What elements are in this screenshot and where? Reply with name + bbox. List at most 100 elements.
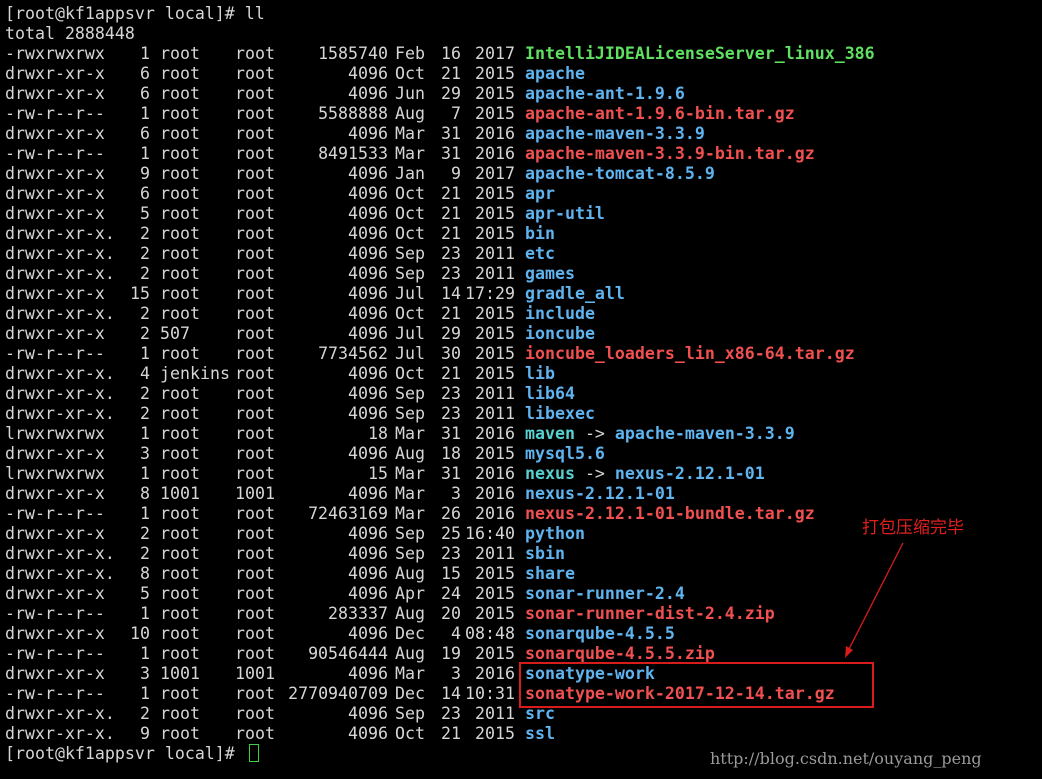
day: 31 [441,464,461,483]
listing-row: drwxr-xr-x. 2 root root 4096 Sep 23 2011 etc [5,244,1035,264]
file-size: 90546444 [308,644,388,663]
prompt-text: [root@kf1appsvr local]# [5,744,245,763]
month: Mar [395,664,425,683]
file-size: 4096 [348,484,388,503]
month: Aug [395,104,425,123]
month: Apr [395,584,425,603]
permissions: drwxr-xr-x [5,64,105,83]
listing-row: lrwxrwxrwx 1 root root 18 Mar 31 2016 maven -> a… [5,424,1035,444]
listing-row: drwxr-xr-x. 8 root root 4096 Aug 15 2015 share [5,564,1035,584]
permissions: drwxr-xr-x [5,124,105,143]
link-count: 2 [140,324,150,343]
permissions: drwxr-xr-x. [5,724,115,743]
file-name-text: lib64 [525,384,575,403]
link-count: 2 [140,524,150,543]
file-name: apache-ant-1.9.6-bin.tar.gz [525,104,795,124]
time: 2015 [475,584,515,603]
file-name: sonar-runner-2.4 [525,584,685,604]
link-count: 9 [140,724,150,743]
group: root [235,64,275,83]
time: 2015 [475,344,515,363]
link-count: 2 [140,244,150,263]
file-size: 4096 [348,304,388,323]
day: 3 [451,664,461,683]
month: Sep [395,544,425,563]
file-name-text: share [525,564,575,583]
owner: root [160,344,200,363]
listing-row: -rw-r--r-- 1 root root 7734562 Jul 30 2015 ioncu… [5,344,1035,364]
file-size: 4096 [348,564,388,583]
month: Sep [395,264,425,283]
day: 29 [441,324,461,343]
owner: root [160,44,200,63]
day: 4 [451,624,461,643]
owner: root [160,104,200,123]
time: 2017 [475,44,515,63]
time: 2011 [475,404,515,423]
owner: root [160,444,200,463]
group: root [235,84,275,103]
file-name: apache-ant-1.9.6 [525,84,685,104]
listing-row: drwxr-xr-x. 2 root root 4096 Sep 23 2011 games [5,264,1035,284]
listing-row: drwxr-xr-x. 2 root root 4096 Sep 23 2011 libexec [5,404,1035,424]
permissions: drwxr-xr-x [5,84,105,103]
link-count: 4 [140,364,150,383]
month: Aug [395,604,425,623]
owner: root [160,524,200,543]
month: Aug [395,564,425,583]
file-size: 4096 [348,724,388,743]
permissions: drwxr-xr-x [5,324,105,343]
file-name-text: python [525,524,585,543]
file-size: 4096 [348,184,388,203]
listing-row: drwxr-xr-x 9 root root 4096 Jan 9 2017 apache-to… [5,164,1035,184]
file-size: 4096 [348,64,388,83]
group: root [235,644,275,663]
time: 2016 [475,664,515,683]
link-count: 5 [140,204,150,223]
month: Oct [395,64,425,83]
link-count: 2 [140,704,150,723]
month: Dec [395,684,425,703]
link-count: 1 [140,644,150,663]
link-count: 1 [140,424,150,443]
month: Oct [395,304,425,323]
day: 21 [441,364,461,383]
listing-row: lrwxrwxrwx 1 root root 15 Mar 31 2016 nexus -> n… [5,464,1035,484]
owner: root [160,604,200,623]
group: 1001 [235,484,275,503]
group: root [235,384,275,403]
file-size: 72463169 [308,504,388,523]
owner: root [160,724,200,743]
file-name-text: sonarqube-4.5.5 [525,624,675,643]
file-name: bin [525,224,555,244]
file-name: share [525,564,575,584]
day: 23 [441,264,461,283]
file-name: nexus-2.12.1-01-bundle.tar.gz [525,504,815,524]
permissions: drwxr-xr-x [5,204,105,223]
owner: root [160,544,200,563]
group: root [235,324,275,343]
symlink-arrow: -> [574,464,615,483]
day: 21 [441,184,461,203]
day: 20 [441,604,461,623]
terminal-output[interactable]: [root@kf1appsvr local]# ll total 2888448… [5,4,1035,764]
month: Mar [395,144,425,163]
file-name: ioncube [525,324,595,344]
link-count: 1 [140,684,150,703]
link-count: 1 [140,464,150,483]
owner: root [160,144,200,163]
permissions: drwxr-xr-x. [5,244,115,263]
file-name-text: sonar-runner-dist-2.4.zip [525,604,775,623]
group: root [235,464,275,483]
month: Jul [395,344,425,363]
time: 2011 [475,384,515,403]
watermark: http://blog.csdn.net/ouyang_peng [710,749,982,768]
link-count: 15 [130,284,150,303]
month: Sep [395,244,425,263]
permissions: drwxr-xr-x [5,184,105,203]
month: Dec [395,624,425,643]
group: root [235,184,275,203]
permissions: drwxr-xr-x. [5,224,115,243]
link-count: 1 [140,144,150,163]
group: root [235,404,275,423]
